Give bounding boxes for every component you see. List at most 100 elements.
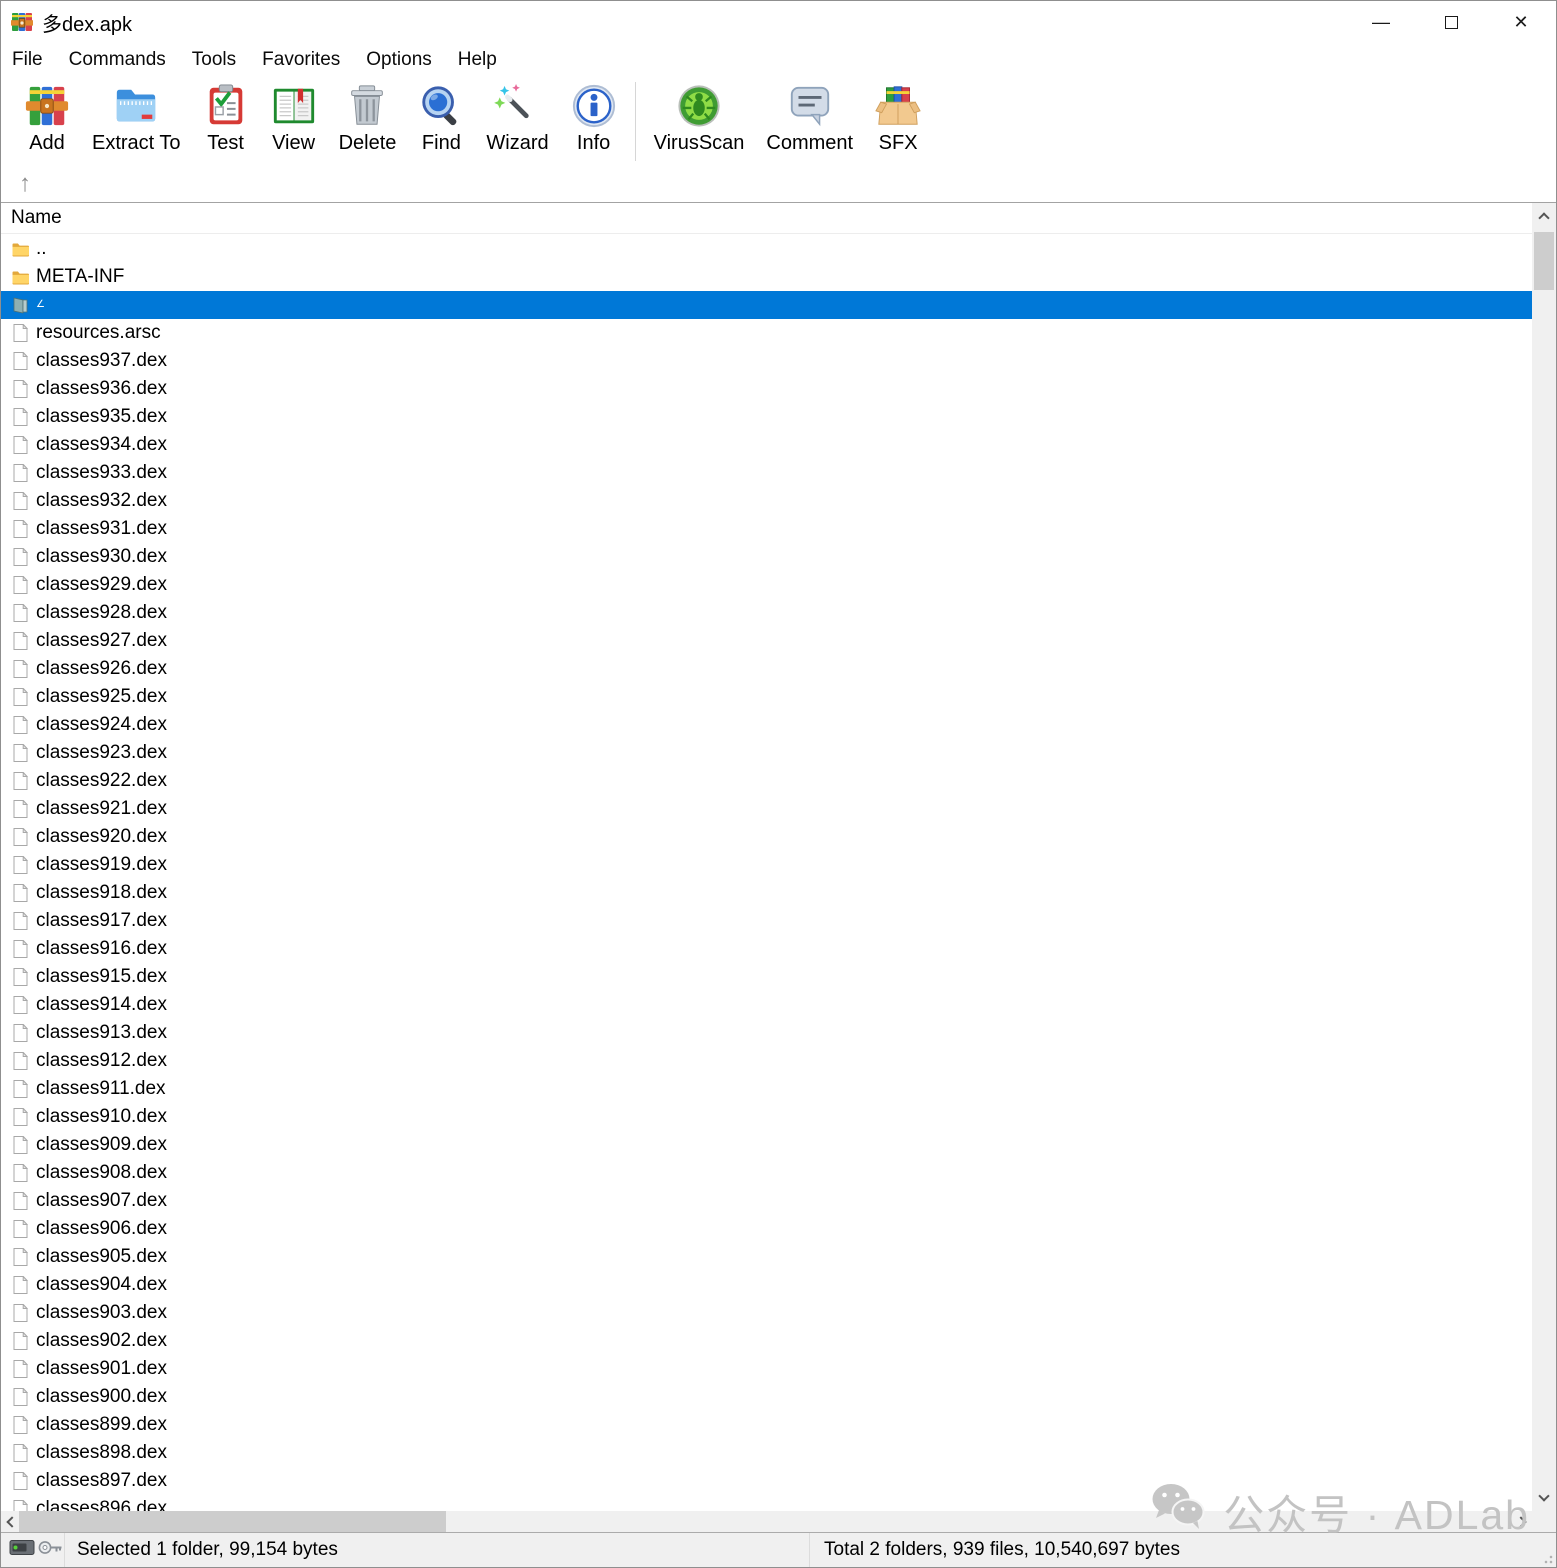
toolbar-label: Test: [207, 132, 244, 155]
menu-favorites[interactable]: Favorites: [249, 49, 353, 71]
list-item[interactable]: classes922.dex: [1, 767, 1532, 795]
file-icon: [11, 828, 29, 846]
view-button[interactable]: View: [260, 80, 328, 157]
list-item[interactable]: classes927.dex: [1, 627, 1532, 655]
vertical-scrollbar-thumb[interactable]: [1534, 232, 1554, 290]
menu-help[interactable]: Help: [445, 49, 510, 71]
vertical-scrollbar[interactable]: [1532, 203, 1556, 1511]
list-item[interactable]: classes933.dex: [1, 459, 1532, 487]
find-button[interactable]: Find: [407, 80, 475, 157]
menu-tools[interactable]: Tools: [179, 49, 249, 71]
list-item[interactable]: classes906.dex: [1, 1215, 1532, 1243]
list-item[interactable]: classes910.dex: [1, 1103, 1532, 1131]
minimize-button[interactable]: —: [1346, 1, 1416, 43]
menu-options[interactable]: Options: [353, 49, 444, 71]
maximize-button[interactable]: [1416, 1, 1486, 43]
file-name: ∠: [36, 300, 45, 310]
list-item[interactable]: META-INF: [1, 263, 1532, 291]
menu-file[interactable]: File: [1, 49, 56, 71]
resize-grip-icon[interactable]: [1543, 1554, 1553, 1564]
list-item[interactable]: ..: [1, 235, 1532, 263]
column-header-name[interactable]: Name: [1, 203, 1532, 234]
file-icon: [11, 1500, 29, 1511]
nav-row: ↑: [1, 167, 1556, 201]
scroll-right-icon[interactable]: [1514, 1511, 1532, 1532]
list-item[interactable]: classes913.dex: [1, 1019, 1532, 1047]
menu-commands[interactable]: Commands: [56, 49, 179, 71]
list-item[interactable]: classes918.dex: [1, 879, 1532, 907]
file-name: classes933.dex: [36, 462, 167, 484]
scroll-up-icon[interactable]: [1532, 203, 1556, 229]
list-item[interactable]: classes912.dex: [1, 1047, 1532, 1075]
test-button[interactable]: Test: [192, 80, 260, 157]
list-item[interactable]: classes908.dex: [1, 1159, 1532, 1187]
list-item[interactable]: classes932.dex: [1, 487, 1532, 515]
list-item[interactable]: classes928.dex: [1, 599, 1532, 627]
list-item[interactable]: classes925.dex: [1, 683, 1532, 711]
file-name: classes897.dex: [36, 1470, 167, 1492]
horizontal-scrollbar-thumb[interactable]: [19, 1511, 446, 1532]
list-item[interactable]: classes921.dex: [1, 795, 1532, 823]
virusscan-button[interactable]: VirusScan: [643, 80, 756, 157]
comment-button[interactable]: Comment: [755, 80, 864, 157]
wizard-button[interactable]: Wizard: [475, 80, 559, 157]
file-icon: [11, 436, 29, 454]
list-item[interactable]: classes900.dex: [1, 1383, 1532, 1411]
file-name: resources.arsc: [36, 322, 161, 344]
file-icon: [11, 408, 29, 426]
list-item[interactable]: classes898.dex: [1, 1439, 1532, 1467]
list-item[interactable]: classes897.dex: [1, 1467, 1532, 1495]
file-icon: [11, 492, 29, 510]
list-item[interactable]: classes914.dex: [1, 991, 1532, 1019]
info-button[interactable]: Info: [560, 80, 628, 157]
file-icon: [11, 968, 29, 986]
list-item[interactable]: classes911.dex: [1, 1075, 1532, 1103]
list-item[interactable]: classes919.dex: [1, 851, 1532, 879]
delete-button[interactable]: Delete: [328, 80, 408, 157]
list-item[interactable]: classes902.dex: [1, 1327, 1532, 1355]
list-item[interactable]: classes935.dex: [1, 403, 1532, 431]
list-item[interactable]: classes936.dex: [1, 375, 1532, 403]
list-item[interactable]: classes899.dex: [1, 1411, 1532, 1439]
list-item[interactable]: classes903.dex: [1, 1299, 1532, 1327]
list-item[interactable]: classes917.dex: [1, 907, 1532, 935]
file-icon: [11, 548, 29, 566]
file-name: classes924.dex: [36, 714, 167, 736]
file-name: classes899.dex: [36, 1414, 167, 1436]
list-item[interactable]: classes901.dex: [1, 1355, 1532, 1383]
list-item[interactable]: classes905.dex: [1, 1243, 1532, 1271]
list-item[interactable]: ∠: [1, 291, 1532, 319]
list-item[interactable]: classes926.dex: [1, 655, 1532, 683]
list-item[interactable]: classes931.dex: [1, 515, 1532, 543]
add-button[interactable]: Add: [13, 80, 81, 157]
close-button[interactable]: ✕: [1486, 1, 1556, 43]
list-item[interactable]: classes916.dex: [1, 935, 1532, 963]
list-item[interactable]: classes934.dex: [1, 431, 1532, 459]
list-item[interactable]: classes915.dex: [1, 963, 1532, 991]
file-icon: [11, 1332, 29, 1350]
list-item[interactable]: resources.arsc: [1, 319, 1532, 347]
list-item[interactable]: classes896.dex: [1, 1495, 1532, 1511]
list-item[interactable]: classes920.dex: [1, 823, 1532, 851]
scroll-down-icon[interactable]: [1532, 1485, 1556, 1511]
list-item[interactable]: classes924.dex: [1, 711, 1532, 739]
list-item[interactable]: classes923.dex: [1, 739, 1532, 767]
toolbar-separator: [635, 82, 636, 161]
comment-bubble-icon: [787, 82, 833, 130]
scroll-left-icon[interactable]: [1, 1511, 19, 1532]
list-item[interactable]: classes929.dex: [1, 571, 1532, 599]
up-directory-icon[interactable]: ↑: [19, 173, 31, 195]
file-icon: [11, 660, 29, 678]
file-name: classes921.dex: [36, 798, 167, 820]
horizontal-scrollbar[interactable]: [1, 1511, 1532, 1532]
list-item[interactable]: classes930.dex: [1, 543, 1532, 571]
extract-to-button[interactable]: Extract To: [81, 80, 192, 157]
test-clipboard-icon: [203, 82, 249, 130]
list-item[interactable]: classes904.dex: [1, 1271, 1532, 1299]
extract-folder-icon: [113, 82, 159, 130]
list-item[interactable]: classes907.dex: [1, 1187, 1532, 1215]
file-name: classes928.dex: [36, 602, 167, 624]
sfx-button[interactable]: SFX: [864, 80, 932, 157]
list-item[interactable]: classes909.dex: [1, 1131, 1532, 1159]
list-item[interactable]: classes937.dex: [1, 347, 1532, 375]
